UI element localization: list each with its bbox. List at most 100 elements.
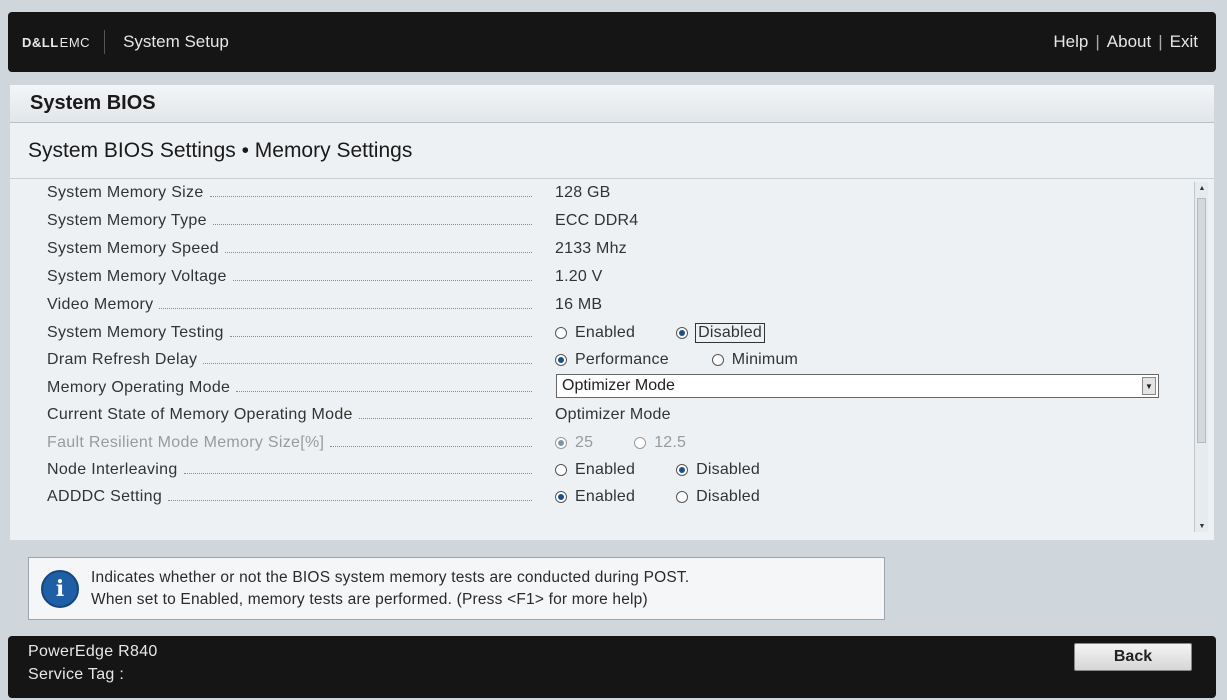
scroll-up-icon[interactable]: ▲: [1195, 182, 1209, 194]
radio-minimum[interactable]: Minimum: [711, 351, 799, 369]
label-text: System Memory Testing: [47, 324, 224, 341]
radio-enabled[interactable]: Enabled: [555, 461, 636, 479]
label-text: Video Memory: [47, 296, 154, 313]
help-link[interactable]: Help: [1053, 32, 1088, 52]
setting-label: Current State of Memory Operating Mode: [47, 406, 532, 424]
vertical-scrollbar[interactable]: ▲ ▼: [1194, 182, 1208, 532]
scroll-down-icon[interactable]: ▼: [1195, 520, 1209, 532]
label-text: Memory Operating Mode: [47, 379, 231, 396]
help-line: Indicates whether or not the BIOS system…: [91, 568, 690, 586]
dot-leader: [209, 195, 532, 197]
label-text: System Memory Voltage: [47, 268, 227, 285]
label-text: System Memory Speed: [47, 240, 219, 257]
setting-row-fault-resilient: Fault Resilient Mode Memory Size[%] 25 1…: [10, 430, 1195, 456]
radio-selected-icon: [676, 327, 689, 339]
bottom-bar: PowerEdge R840 Service Tag : Back: [8, 636, 1216, 698]
dellemc-logo: D&LL EMC: [8, 30, 106, 54]
setting-label: Video Memory: [47, 296, 532, 314]
scroll-thumb[interactable]: [1197, 198, 1206, 443]
logo-emc: EMC: [59, 34, 91, 50]
radio-label: Enabled: [575, 324, 636, 341]
info-icon: i: [41, 569, 79, 608]
setting-row-node-interleaving: Node Interleaving Enabled Disabled: [10, 457, 1195, 483]
app-title: System Setup: [123, 32, 229, 51]
radio-disabled[interactable]: Disabled: [676, 488, 761, 506]
exit-link[interactable]: Exit: [1170, 32, 1198, 52]
setting-label: Memory Operating Mode: [47, 379, 532, 397]
radio-25: 25: [555, 434, 594, 452]
setting-label: System Memory Voltage: [47, 268, 532, 286]
dot-leader: [183, 472, 532, 474]
setting-row-memory-type: System Memory Type ECC DDR4: [10, 208, 1195, 234]
radio-circle-icon: [555, 464, 567, 476]
radio-selected-icon: [555, 437, 567, 449]
radio-label: 25: [575, 434, 594, 451]
logo-dell: D&LL: [22, 34, 59, 50]
radio-group: Enabled Disabled: [555, 323, 765, 343]
setting-label: ADDDC Setting: [47, 488, 532, 506]
panel-title: System BIOS: [10, 85, 1214, 123]
top-bar: D&LL EMC System Setup Help | About | Exit: [8, 12, 1216, 72]
radio-selected-icon: [676, 464, 689, 476]
label-text: Node Interleaving: [47, 461, 178, 478]
dot-leader: [229, 335, 532, 337]
dot-leader: [358, 417, 532, 419]
help-info-box: i Indicates whether or not the BIOS syst…: [28, 557, 885, 620]
radio-group: Enabled Disabled: [555, 461, 761, 479]
label-text: Fault Resilient Mode Memory Size[%]: [47, 434, 325, 451]
setting-value: 1.20 V: [555, 268, 603, 285]
radio-performance[interactable]: Performance: [555, 351, 670, 369]
radio-selected-icon: [555, 354, 567, 366]
setting-row-dram-refresh: Dram Refresh Delay Performance Minimum: [10, 347, 1195, 373]
setting-label: System Memory Speed: [47, 240, 532, 258]
setting-label: System Memory Testing: [47, 324, 532, 342]
radio-label: Disabled: [696, 461, 760, 478]
setting-value: Optimizer Mode: [555, 406, 671, 423]
radio-label: Enabled: [575, 488, 636, 505]
dot-leader: [159, 307, 532, 309]
setting-value: ECC DDR4: [555, 212, 639, 229]
dot-leader: [203, 362, 532, 364]
operating-mode-select[interactable]: Optimizer Mode ▼: [556, 374, 1159, 398]
setting-row-memory-testing: System Memory Testing Enabled Disabled: [10, 320, 1195, 346]
page-subtitle: System BIOS Settings • Memory Settings: [10, 123, 1214, 179]
label-text: System Memory Size: [47, 184, 204, 201]
back-button[interactable]: Back: [1074, 643, 1192, 671]
radio-circle-icon: [676, 491, 689, 503]
radio-selected-icon: [555, 491, 567, 503]
setting-label: System Memory Type: [47, 212, 532, 230]
radio-label: Performance: [575, 351, 669, 368]
link-separator: |: [1095, 32, 1100, 51]
radio-group: Enabled Disabled: [555, 488, 761, 506]
label-text: ADDDC Setting: [47, 488, 163, 505]
radio-label: Disabled: [696, 488, 760, 505]
radio-12-5: 12.5: [634, 434, 687, 452]
service-tag: Service Tag :: [28, 666, 125, 683]
dot-leader: [232, 279, 532, 281]
radio-disabled[interactable]: Disabled: [676, 323, 765, 343]
radio-enabled[interactable]: Enabled: [555, 488, 636, 506]
label-text: System Memory Type: [47, 212, 207, 229]
setting-label: Fault Resilient Mode Memory Size[%]: [47, 434, 532, 452]
setting-label: Dram Refresh Delay: [47, 351, 532, 369]
dot-leader: [330, 445, 532, 447]
dot-leader: [212, 223, 532, 225]
label-text: Dram Refresh Delay: [47, 351, 198, 368]
link-separator: |: [1158, 32, 1163, 51]
setting-row-memory-voltage: System Memory Voltage 1.20 V: [10, 264, 1195, 290]
radio-disabled[interactable]: Disabled: [676, 461, 761, 479]
about-link[interactable]: About: [1107, 32, 1151, 52]
select-value: Optimizer Mode: [562, 377, 675, 394]
dropdown-arrow-icon[interactable]: ▼: [1142, 377, 1156, 395]
setting-row-memory-speed: System Memory Speed 2133 Mhz: [10, 236, 1195, 262]
settings-panel: System BIOS System BIOS Settings • Memor…: [10, 85, 1214, 540]
radio-label: Minimum: [731, 351, 799, 368]
radio-enabled[interactable]: Enabled: [555, 324, 636, 342]
radio-label: Enabled: [575, 461, 636, 478]
top-links: Help | About | Exit: [1053, 32, 1198, 52]
dot-leader: [224, 251, 532, 253]
radio-circle-icon: [555, 327, 567, 339]
setting-row-current-state: Current State of Memory Operating Mode O…: [10, 402, 1195, 428]
setting-row-video-memory: Video Memory 16 MB: [10, 292, 1195, 318]
dot-leader: [236, 390, 532, 392]
